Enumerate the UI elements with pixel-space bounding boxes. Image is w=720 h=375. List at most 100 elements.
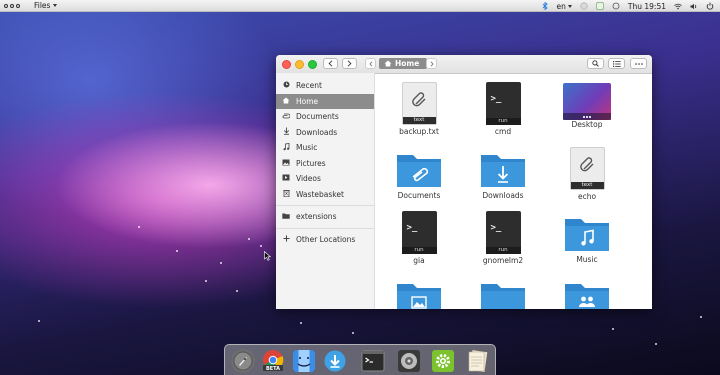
launchpad-rocket-icon [233,351,253,371]
file-item[interactable]: Downloads [463,153,543,200]
text-file-icon: text [401,82,437,125]
dock-app-notes[interactable] [466,349,490,373]
close-button[interactable] [282,60,291,69]
file-name: gia [413,256,425,265]
executable-file-icon: >_ run [401,211,437,254]
dock-app-launchpad[interactable] [231,349,255,373]
weather-icon[interactable] [612,2,620,10]
chrome-beta-icon: BETA [263,350,284,372]
file-type-tag: run [485,247,521,254]
sidebar-item-label: Downloads [296,127,338,137]
back-button[interactable] [323,58,338,69]
header-bar: Home [276,55,652,74]
chevron-right-icon [347,60,352,67]
file-type-tag: text [402,117,436,124]
sidebar-item-wastebasket[interactable]: Wastebasket [276,187,374,203]
power-icon[interactable] [706,2,714,10]
star [352,332,354,334]
dock-app-downloads[interactable] [323,349,347,373]
file-item[interactable]: >_ run gia [379,211,459,265]
star [138,226,140,228]
star [612,328,614,330]
star [655,343,657,345]
keyboard-layout-indicator[interactable]: en [557,2,572,11]
home-icon [384,60,392,67]
file-name: gnomelm2 [482,256,524,265]
folder-icon [481,284,525,309]
file-item[interactable]: text backup.txt [379,82,459,136]
executable-file-icon: >_ run [485,82,521,125]
night-light-icon[interactable] [580,2,588,10]
plus-icon [282,235,290,244]
wifi-icon[interactable] [674,2,682,10]
dock-app-chrome-beta[interactable]: BETA [261,349,285,373]
dock-app-finder[interactable] [292,349,316,373]
documents-folder-icon [397,155,441,187]
sidebar-item-label: Videos [296,174,321,184]
file-manager-window: Home Recent Home Documents Downloads Mus… [276,55,652,309]
file-name: Music [576,255,598,264]
file-item[interactable]: text echo [547,147,627,201]
sidebar-item-label: Pictures [296,158,326,168]
star [248,238,250,240]
sidebar-item-extensions[interactable]: extensions [276,209,374,225]
file-item[interactable]: Desktop [547,80,627,129]
sidebar-item-downloads[interactable]: Downloads [276,125,374,141]
dock-app-settings[interactable] [431,349,455,373]
file-item[interactable] [463,282,543,309]
file-type-tag: run [485,118,521,125]
sidebar-item-label: Documents [296,112,339,122]
mouse-pointer-icon [264,251,271,261]
bluetooth-icon[interactable] [541,2,549,10]
music-note-icon [282,142,290,153]
path-scroll-right-button[interactable] [426,58,437,69]
video-icon [282,174,290,183]
file-item[interactable] [547,282,627,309]
path-bar-home[interactable]: Home [379,58,427,69]
home-icon [282,97,290,106]
chevron-down-icon [567,4,572,8]
sidebar-item-label: extensions [296,212,337,222]
star [260,245,262,247]
desktop-folder-icon [563,80,611,120]
file-item[interactable]: >_ run cmd [463,82,543,136]
file-item[interactable]: >_ run gnomelm2 [463,211,543,265]
app-menu-label: Files [34,1,51,10]
activities-button[interactable] [4,3,28,8]
star [236,290,238,292]
keyboard-layout-label: en [556,1,566,11]
app-menu-button[interactable]: Files [34,1,58,10]
downloads-folder-icon [481,155,525,187]
sidebar-item-recent[interactable]: Recent [276,78,374,94]
menu-button[interactable] [630,58,647,69]
star [205,280,207,282]
sidebar-item-pictures[interactable]: Pictures [276,156,374,172]
view-list-button[interactable] [608,58,625,69]
path-scroll-left-button[interactable] [365,58,376,69]
downloads-icon [324,350,346,372]
search-button[interactable] [587,58,604,69]
text-file-icon: text [569,147,605,190]
file-item[interactable] [379,282,459,309]
sidebar-item-documents[interactable]: Documents [276,109,374,125]
file-item[interactable]: Music [547,217,627,264]
maximize-button[interactable] [308,60,317,69]
file-type-tag: text [570,182,604,189]
sidebar-item-home[interactable]: Home [276,93,374,109]
image-icon [282,159,290,168]
notes-icon [468,350,488,373]
clock[interactable]: Thu 19:51 [628,2,666,11]
sidebar-item-other-locations[interactable]: Other Locations [276,232,374,248]
file-item[interactable]: Documents [379,153,459,200]
minimize-button[interactable] [295,60,304,69]
list-view-icon [612,60,621,67]
dock-app-terminal[interactable] [361,349,385,373]
forward-button[interactable] [342,58,357,69]
sidebar-item-videos[interactable]: Videos [276,171,374,187]
dock-app-disk-utility[interactable] [397,349,421,373]
sidebar-item-label: Music [296,143,318,153]
notes-tray-icon[interactable] [596,2,604,10]
chevron-down-icon [53,4,58,7]
sidebar-item-music[interactable]: Music [276,140,374,156]
volume-icon[interactable] [690,2,698,10]
